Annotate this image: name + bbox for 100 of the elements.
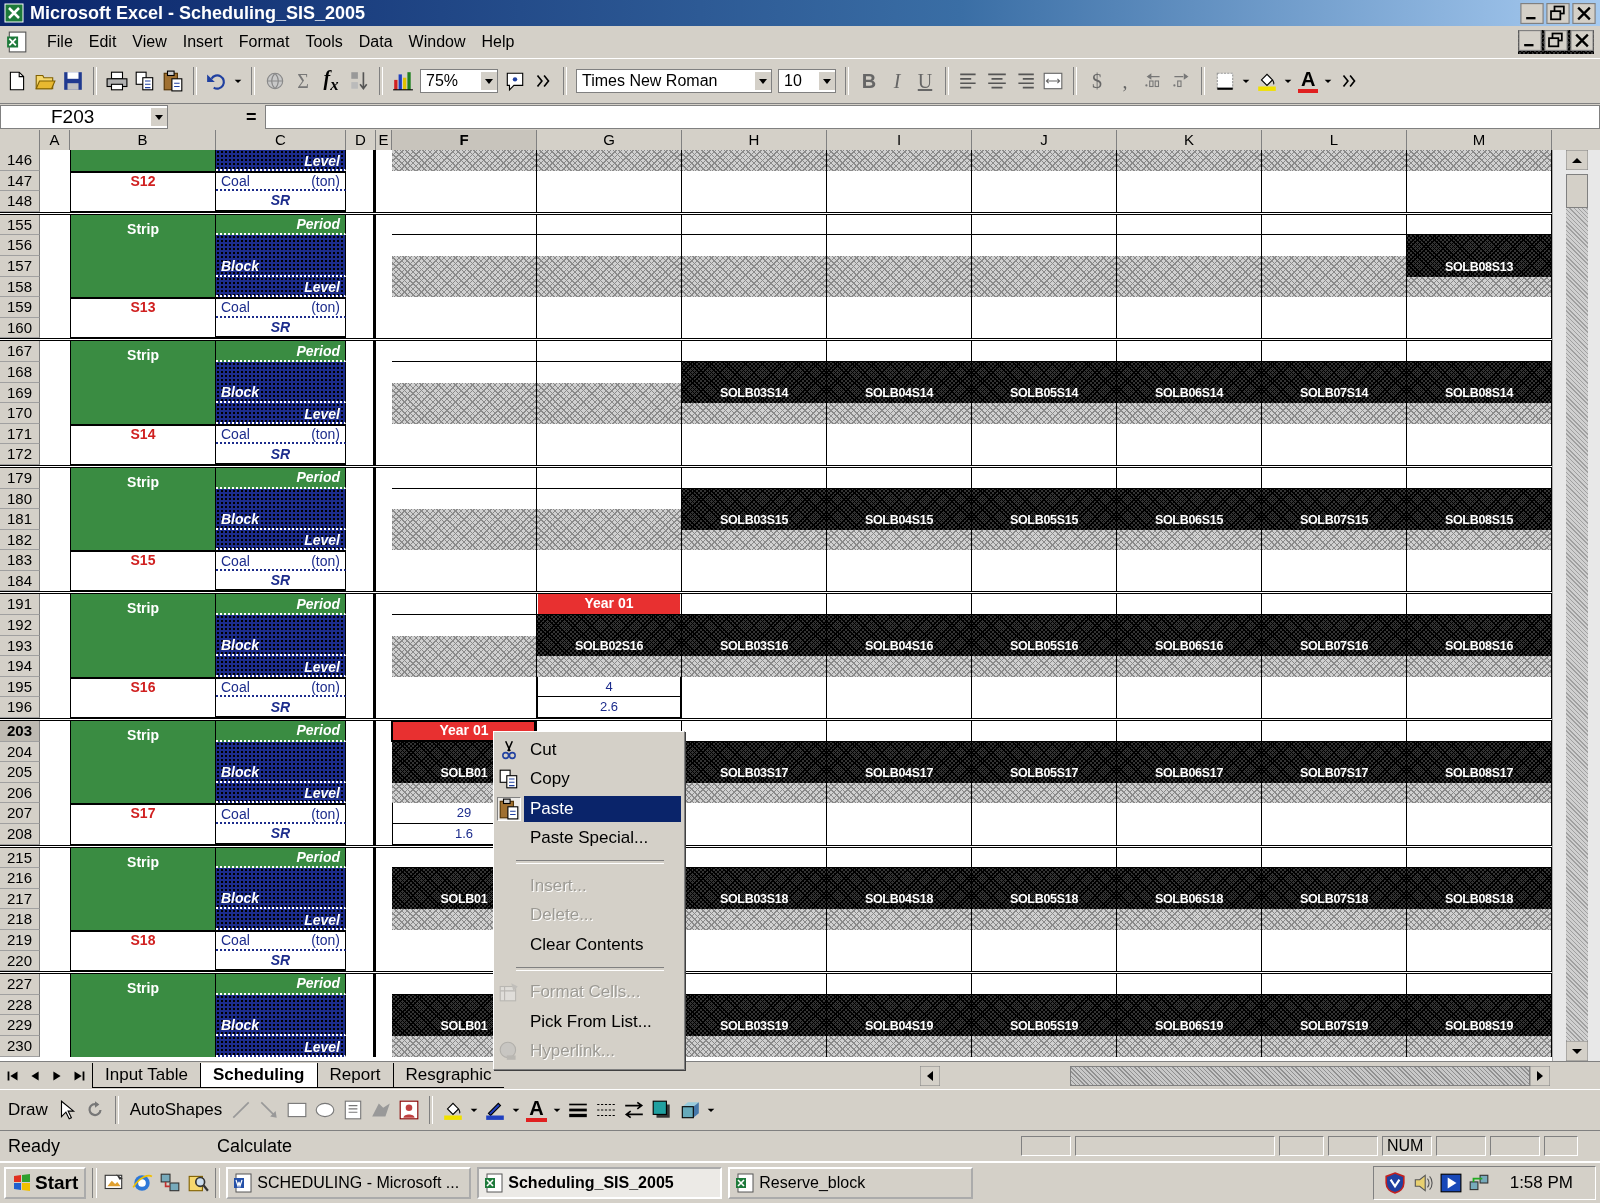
row-header[interactable]: 179 — [0, 467, 40, 489]
menu-item[interactable]: Data — [351, 31, 400, 53]
font-color-button[interactable]: A — [526, 1098, 547, 1122]
menu-item[interactable]: Window — [401, 31, 473, 53]
year-label[interactable]: Year 01 — [538, 594, 680, 615]
toolbar-button[interactable]: AutoShapes — [127, 1100, 225, 1120]
caret-icon[interactable] — [1284, 78, 1292, 84]
row-header[interactable]: 172 — [0, 444, 40, 465]
shield-icon[interactable] — [1383, 1172, 1406, 1194]
row-header[interactable]: 156 — [0, 235, 40, 256]
dropdown-icon[interactable] — [755, 71, 771, 91]
row-header[interactable]: 204 — [0, 741, 40, 763]
sheet-tab[interactable]: Scheduling — [199, 1063, 317, 1088]
row-header[interactable]: 147 — [0, 170, 40, 192]
row-header[interactable]: 167 — [0, 341, 40, 362]
toolbar-button[interactable]: $ — [1086, 69, 1108, 93]
row-header[interactable]: 180 — [0, 488, 40, 510]
row-header[interactable]: 219 — [0, 929, 40, 951]
combo-box[interactable]: Times New Roman — [576, 69, 772, 93]
row-header[interactable]: 148 — [0, 191, 40, 212]
row-header[interactable]: 207 — [0, 803, 40, 824]
chart-icon[interactable] — [392, 70, 414, 92]
dropdown-icon[interactable] — [481, 71, 497, 91]
row-header[interactable]: 203 — [0, 721, 40, 742]
menu-item[interactable]: Help — [474, 31, 522, 53]
row-header[interactable]: 220 — [0, 950, 40, 972]
clipart-icon[interactable] — [398, 1099, 421, 1121]
restore-icon[interactable] — [1544, 30, 1568, 51]
row-header[interactable]: 146 — [0, 150, 40, 171]
toolbar-button[interactable]: , — [1114, 69, 1136, 93]
close-icon[interactable] — [1570, 30, 1594, 51]
scroll-thumb[interactable] — [1565, 174, 1588, 208]
toolbar-button[interactable]: f$_{x}$ — [320, 67, 342, 95]
dropdown-icon[interactable] — [151, 107, 167, 127]
combo-box[interactable]: 75% — [420, 69, 498, 93]
column-header[interactable]: F — [392, 130, 537, 151]
row-header[interactable]: 159 — [0, 297, 40, 318]
row-header[interactable]: 206 — [0, 782, 40, 804]
print-icon[interactable] — [106, 70, 128, 92]
row-header[interactable]: 158 — [0, 276, 40, 298]
row-header[interactable]: 227 — [0, 974, 40, 995]
sheet-tab[interactable]: Input Table — [92, 1063, 200, 1088]
restore-icon[interactable] — [1546, 2, 1570, 24]
font-color-button[interactable]: A — [1298, 69, 1319, 93]
scroll-right-icon[interactable] — [1530, 1065, 1550, 1086]
row-header[interactable]: 228 — [0, 994, 40, 1016]
caret-icon[interactable] — [512, 1107, 521, 1113]
menu-item[interactable]: File — [40, 31, 80, 53]
taskbar-button[interactable]: Scheduling_SIS_2005 — [477, 1167, 723, 1199]
row-header[interactable]: 157 — [0, 255, 40, 277]
row-header[interactable]: 171 — [0, 423, 40, 445]
combo-box[interactable]: 10 — [778, 69, 836, 93]
row-header[interactable]: 183 — [0, 550, 40, 571]
paste-icon[interactable] — [162, 70, 184, 92]
borders-icon[interactable] — [1214, 70, 1236, 92]
row-header[interactable]: 184 — [0, 570, 40, 592]
caret-icon[interactable] — [1242, 78, 1250, 84]
toolbar-button[interactable]: Draw — [6, 1100, 50, 1120]
row-header[interactable]: 181 — [0, 509, 40, 530]
toolbar-button[interactable]: U — [914, 69, 936, 93]
copy-icon[interactable] — [134, 70, 156, 92]
row-header[interactable]: 195 — [0, 676, 40, 698]
sort-icon[interactable] — [348, 70, 370, 92]
menu-item[interactable]: View — [125, 31, 174, 53]
row-header[interactable]: 193 — [0, 635, 40, 657]
menu-item[interactable]: Clear Contents — [524, 931, 681, 958]
caret-icon[interactable] — [234, 78, 242, 84]
sheet-tab[interactable]: Report — [316, 1063, 393, 1088]
menu-item[interactable]: Insert — [175, 31, 230, 53]
browser-icon[interactable] — [131, 1172, 154, 1194]
row-header[interactable]: 217 — [0, 888, 40, 910]
scroll-left-icon[interactable] — [920, 1065, 940, 1086]
name-box[interactable]: F203 — [0, 105, 168, 129]
toolbar-button[interactable]: B — [858, 69, 880, 93]
dropdown-icon[interactable] — [819, 71, 835, 91]
media-icon[interactable] — [1439, 1172, 1462, 1194]
row-header[interactable]: 205 — [0, 762, 40, 783]
minimize-icon[interactable] — [1520, 2, 1544, 24]
row-header[interactable]: 168 — [0, 361, 40, 383]
row-header[interactable]: 215 — [0, 847, 40, 869]
row-header[interactable]: 170 — [0, 403, 40, 424]
row-header[interactable]: 191 — [0, 594, 40, 616]
caret-icon[interactable] — [552, 1107, 561, 1113]
taskbar-button[interactable]: Reserve_block — [728, 1167, 974, 1199]
row-header[interactable]: 208 — [0, 824, 40, 845]
close-icon[interactable] — [1572, 2, 1596, 24]
merge-icon[interactable] — [1042, 70, 1064, 92]
row-header[interactable]: 155 — [0, 214, 40, 236]
row-header[interactable]: 216 — [0, 868, 40, 889]
arrow-style-icon[interactable] — [622, 1099, 645, 1121]
menu-item[interactable]: Edit — [81, 31, 124, 53]
spreadsheet-icon[interactable] — [6, 31, 28, 53]
horizontal-scrollbar[interactable] — [920, 1064, 1550, 1087]
help-icon[interactable] — [504, 70, 526, 92]
scroll-up-icon[interactable] — [1565, 150, 1588, 170]
caret-icon[interactable] — [706, 1107, 715, 1113]
caret-icon[interactable] — [470, 1107, 479, 1113]
start-button[interactable]: Start — [4, 1167, 87, 1199]
menu-item[interactable]: Paste — [524, 795, 681, 822]
row-header[interactable]: 194 — [0, 656, 40, 677]
